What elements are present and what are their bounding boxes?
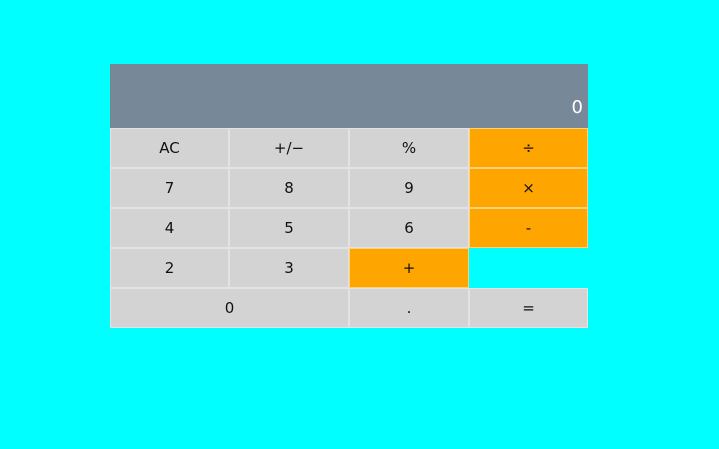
- plus-button[interactable]: +: [349, 248, 469, 288]
- two-button[interactable]: 2: [110, 248, 229, 288]
- six-button[interactable]: 6: [349, 208, 469, 248]
- ac-button[interactable]: AC: [110, 128, 229, 168]
- percent-button[interactable]: %: [349, 128, 469, 168]
- calculator: 0 AC +/− % ÷ 7 8 9 × 4 5 6 - 2 3 + 0 . =: [110, 64, 588, 328]
- minus-button[interactable]: -: [469, 208, 588, 248]
- keypad: AC +/− % ÷ 7 8 9 × 4 5 6 - 2 3 + 0 . =: [110, 128, 588, 328]
- three-button[interactable]: 3: [229, 248, 349, 288]
- nine-button[interactable]: 9: [349, 168, 469, 208]
- four-button[interactable]: 4: [110, 208, 229, 248]
- equals-button[interactable]: =: [469, 288, 588, 328]
- zero-button[interactable]: 0: [110, 288, 349, 328]
- eight-button[interactable]: 8: [229, 168, 349, 208]
- display-value: 0: [571, 97, 583, 118]
- multiply-button[interactable]: ×: [469, 168, 588, 208]
- decimal-button[interactable]: .: [349, 288, 469, 328]
- five-button[interactable]: 5: [229, 208, 349, 248]
- plus-minus-button[interactable]: +/−: [229, 128, 349, 168]
- seven-button[interactable]: 7: [110, 168, 229, 208]
- divide-button[interactable]: ÷: [469, 128, 588, 168]
- calculator-display: 0: [110, 64, 588, 128]
